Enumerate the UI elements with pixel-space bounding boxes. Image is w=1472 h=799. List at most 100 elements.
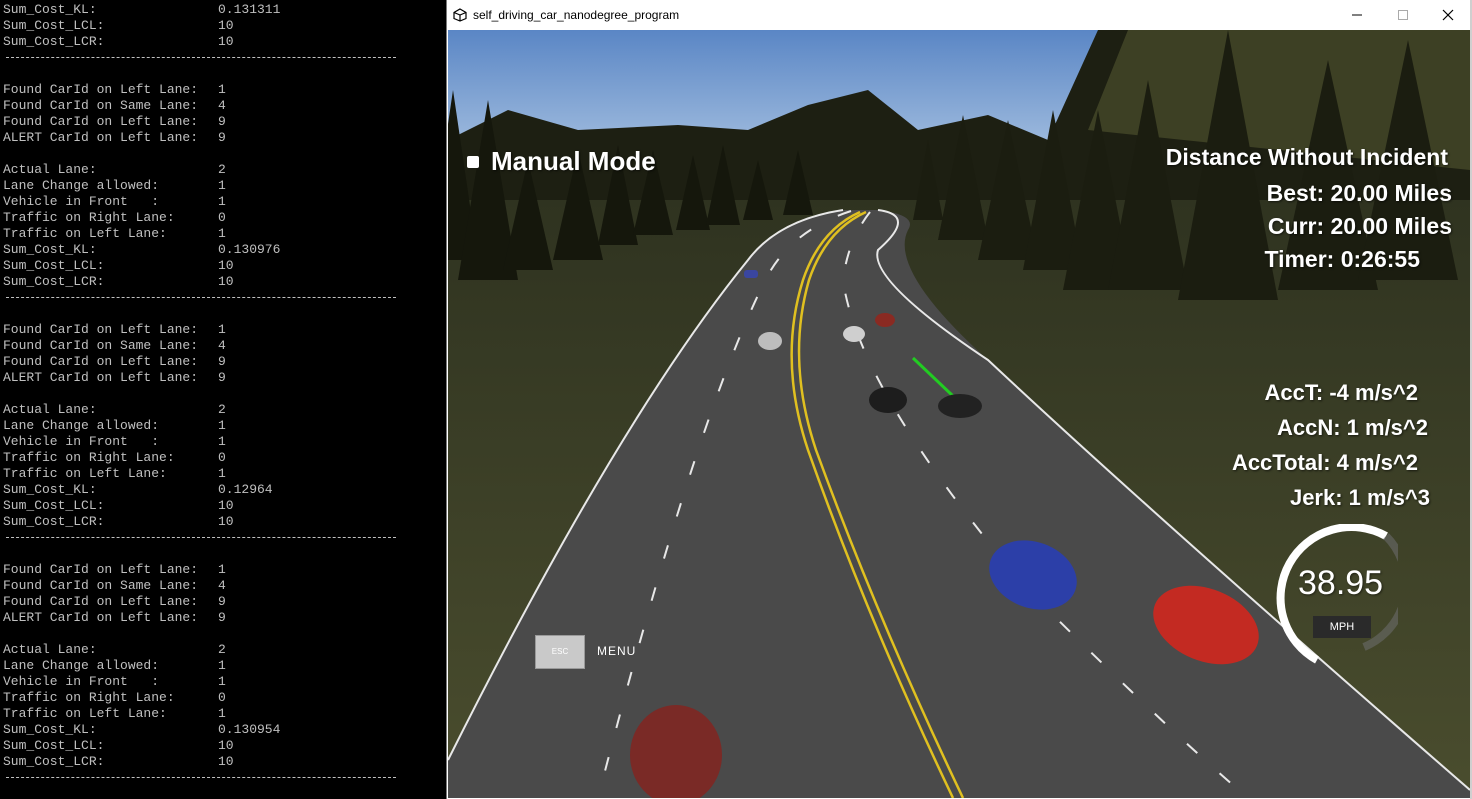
maximize-button[interactable] (1380, 0, 1426, 30)
console-value: 1 (218, 194, 226, 209)
console-label: Traffic on Right Lane: (3, 450, 175, 465)
menu-label: MENU (597, 644, 637, 658)
console-value: 0 (218, 690, 226, 705)
console-value: 1 (218, 658, 226, 673)
console-line: Actual Lane: 2 (3, 642, 226, 658)
console-line: ALERT CarId on Left Lane: 9 (3, 370, 226, 386)
console-label: Sum_Cost_LCL: (3, 18, 105, 33)
console-line: Found CarId on Same Lane: 4 (3, 578, 226, 594)
close-button[interactable] (1425, 0, 1471, 30)
console-output: Sum_Cost_KL: 0.131311 Sum_Cost_LCL: 10 Sum_C… (0, 0, 446, 799)
console-value: 1 (218, 466, 226, 481)
console-value: 9 (218, 114, 226, 129)
console-line: Found CarId on Left Lane: 1 (3, 322, 226, 338)
console-line: Sum_Cost_LCL: 10 (3, 738, 234, 754)
minimize-icon (1352, 14, 1362, 16)
console-label: Sum_Cost_LCL: (3, 258, 105, 273)
console-line: Traffic on Left Lane: 1 (3, 706, 226, 722)
console-label: Lane Change allowed: (3, 418, 160, 433)
console-label: Sum_Cost_KL: (3, 722, 97, 737)
console-label: Sum_Cost_LCR: (3, 514, 105, 529)
console-value: 1 (218, 434, 226, 449)
console-line: Vehicle in Front : 1 (3, 194, 226, 210)
close-icon (1442, 9, 1454, 21)
simulator-window: self_driving_car_nanodegree_program Manu… (446, 0, 1471, 799)
maximize-icon (1398, 10, 1408, 20)
console-line: Found CarId on Left Lane: 1 (3, 562, 226, 578)
console-value: 9 (218, 594, 226, 609)
console-label: Found CarId on Same Lane: (3, 338, 199, 353)
console-label: ALERT CarId on Left Lane: (3, 370, 199, 385)
speed-value: 38.95 (1298, 564, 1384, 602)
minimize-button[interactable] (1334, 0, 1380, 30)
manual-mode-toggle[interactable]: Manual Mode (467, 146, 656, 177)
title-bar[interactable]: self_driving_car_nanodegree_program (447, 0, 1471, 30)
console-value: 10 (218, 498, 234, 513)
console-value: 10 (218, 738, 234, 753)
console-value: 1 (218, 178, 226, 193)
console-line: Sum_Cost_LCL: 10 (3, 498, 234, 514)
window-title: self_driving_car_nanodegree_program (473, 8, 680, 22)
console-value: 1 (218, 82, 226, 97)
console-value: 2 (218, 162, 226, 177)
console-value: 2 (218, 402, 226, 417)
esc-button[interactable]: ESC (535, 635, 585, 669)
console-line: Found CarId on Left Lane: 9 (3, 594, 226, 610)
console-label: Vehicle in Front : (3, 194, 160, 209)
console-line: Sum_Cost_LCL: 10 (3, 18, 234, 34)
acc-n: AccN: 1 m/s^2 (1276, 415, 1428, 440)
console-value: 9 (218, 370, 226, 385)
console-label: Lane Change allowed: (3, 178, 160, 193)
console-label: Found CarId on Left Lane: (3, 322, 199, 337)
console-value: 9 (218, 610, 226, 625)
console-label: Sum_Cost_KL: (3, 242, 97, 257)
console-value: 10 (218, 34, 234, 49)
console-line: Found CarId on Same Lane: 4 (3, 338, 226, 354)
console-line: Sum_Cost_KL: 0.130954 (3, 722, 280, 738)
console-label: ALERT CarId on Left Lane: (3, 610, 199, 625)
speed-unit: MPH (1313, 616, 1371, 638)
console-line: Sum_Cost_KL: 0.12964 (3, 482, 273, 498)
console-line: Sum_Cost_KL: 0.131311 (3, 2, 280, 18)
console-value: 4 (218, 578, 226, 593)
separator-line (6, 57, 396, 58)
console-line: Lane Change allowed: 1 (3, 178, 226, 194)
manual-mode-label: Manual Mode (491, 146, 656, 176)
console-value: 0 (218, 210, 226, 225)
console-value: 9 (218, 130, 226, 145)
console-line: ALERT CarId on Left Lane: 9 (3, 130, 226, 146)
console-value: 10 (218, 514, 234, 529)
console-line: Traffic on Right Lane: 0 (3, 690, 226, 706)
console-line: Sum_Cost_KL: 0.130976 (3, 242, 280, 258)
checkbox-icon[interactable] (467, 155, 479, 168)
console-label: Actual Lane: (3, 642, 97, 657)
console-line: Lane Change allowed: 1 (3, 658, 226, 674)
console-value: 10 (218, 258, 234, 273)
console-value: 2 (218, 642, 226, 657)
console-line: Sum_Cost_LCR: 10 (3, 274, 234, 290)
console-line: Lane Change allowed: 1 (3, 418, 226, 434)
console-label: Found CarId on Left Lane: (3, 354, 199, 369)
console-label: Found CarId on Left Lane: (3, 594, 199, 609)
console-value: 1 (218, 706, 226, 721)
console-label: Actual Lane: (3, 402, 97, 417)
console-value: 1 (218, 226, 226, 241)
console-line: Found CarId on Same Lane: 4 (3, 98, 226, 114)
console-line: Sum_Cost_LCR: 10 (3, 754, 234, 770)
console-label: Vehicle in Front : (3, 674, 160, 689)
console-value: 1 (218, 322, 226, 337)
unity-icon (453, 8, 467, 22)
acc-total: AccTotal: 4 m/s^2 (1231, 450, 1418, 475)
console-line: ALERT CarId on Left Lane: 9 (3, 610, 226, 626)
console-label: Traffic on Left Lane: (3, 466, 167, 481)
console-label: Sum_Cost_KL: (3, 482, 97, 497)
console-label: Sum_Cost_LCR: (3, 274, 105, 289)
console-label: Traffic on Right Lane: (3, 690, 175, 705)
current-distance: Curr: 20.00 Miles (1267, 213, 1452, 239)
console-line: Sum_Cost_LCL: 10 (3, 258, 234, 274)
simulation-viewport: Manual Mode Distance Without Incident Be… (448, 30, 1470, 798)
console-label: Found CarId on Left Lane: (3, 562, 199, 577)
console-label: Sum_Cost_LCL: (3, 498, 105, 513)
console-label: Sum_Cost_LCL: (3, 738, 105, 753)
console-line: Found CarId on Left Lane: 9 (3, 354, 226, 370)
